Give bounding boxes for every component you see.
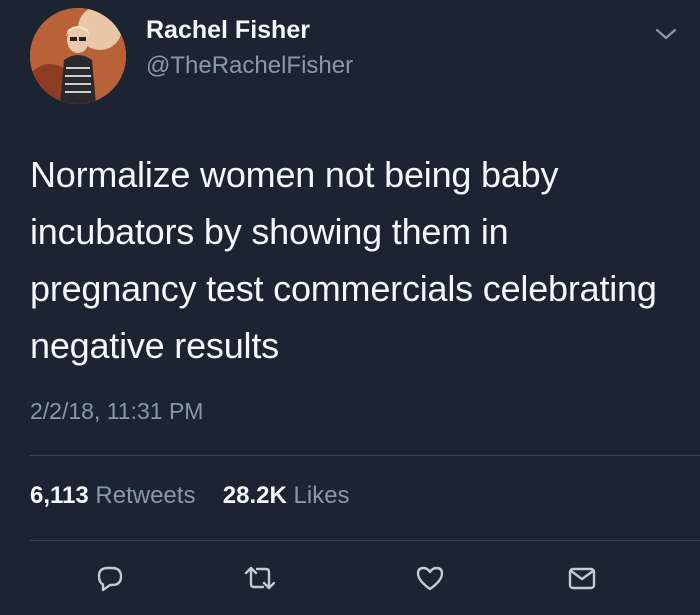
likes-count: 28.2K — [222, 482, 287, 509]
tweet-stats: 6,113 Retweets 28.2K Likes — [30, 482, 350, 510]
tweet: Rachel Fisher @TheRachelFisher Normalize… — [0, 0, 700, 615]
tweet-text: Normalize women not being baby incubator… — [30, 154, 657, 366]
retweet-button[interactable] — [240, 560, 280, 600]
retweets-stat[interactable]: 6,113 Retweets — [30, 482, 202, 509]
retweets-label: Retweets — [95, 482, 196, 509]
tweet-actions — [0, 560, 700, 600]
reply-button[interactable] — [90, 560, 130, 600]
likes-label: Likes — [293, 482, 350, 509]
heart-icon — [413, 561, 447, 600]
display-name[interactable]: Rachel Fisher — [146, 16, 310, 45]
timestamp[interactable]: 2/2/18, 11:31 PM — [30, 398, 203, 425]
chevron-down-icon[interactable] — [654, 24, 678, 44]
user-handle[interactable]: @TheRachelFisher — [146, 52, 353, 80]
divider — [30, 455, 700, 456]
retweet-icon — [242, 561, 278, 600]
envelope-icon — [565, 561, 599, 600]
retweets-count: 6,113 — [30, 482, 89, 509]
reply-icon — [93, 561, 127, 600]
likes-stat[interactable]: 28.2K Likes — [223, 482, 350, 509]
avatar[interactable] — [30, 8, 126, 104]
direct-message-button[interactable] — [562, 560, 602, 600]
like-button[interactable] — [410, 560, 450, 600]
divider — [30, 540, 700, 541]
